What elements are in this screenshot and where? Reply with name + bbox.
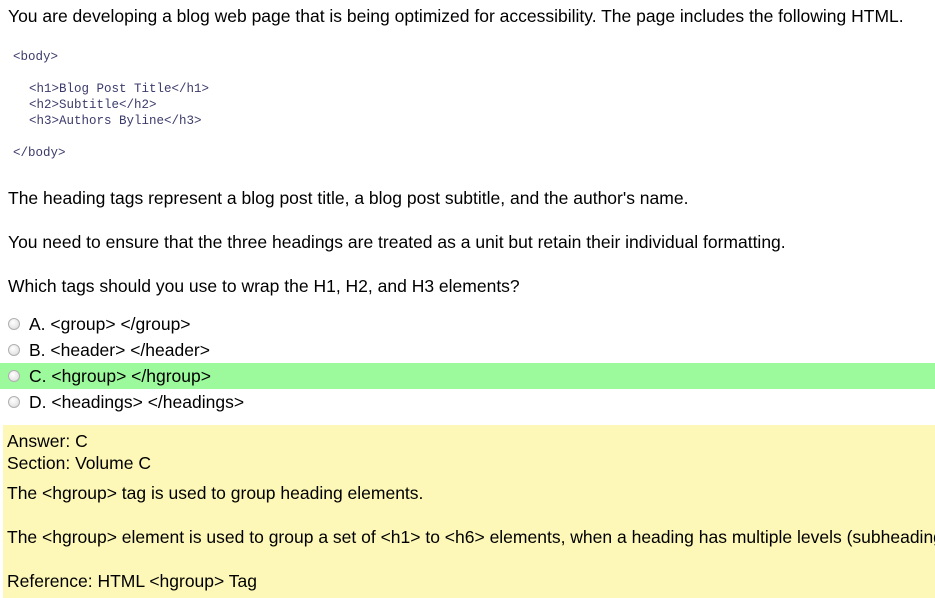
answer-explanation-box: Answer: C Section: Volume C The <hgroup>… bbox=[3, 425, 935, 598]
option-a[interactable]: A. <group> </group> bbox=[0, 311, 935, 337]
code-h2: <h2>Subtitle</h2> bbox=[29, 98, 157, 112]
question-paragraph-2: You need to ensure that the three headin… bbox=[8, 232, 786, 252]
reference-line: Reference: HTML <hgroup> Tag bbox=[7, 571, 258, 591]
option-d[interactable]: D. <headings> </headings> bbox=[0, 389, 935, 415]
explanation-1: The <hgroup> tag is used to group headin… bbox=[7, 483, 424, 503]
option-c[interactable]: C. <hgroup> </hgroup> bbox=[0, 363, 935, 389]
answer-options: A. <group> </group> B. <header> </header… bbox=[0, 311, 935, 415]
code-snippet: <body> <h1>Blog Post Title</h1> <h2>Subt… bbox=[8, 44, 348, 166]
radio-button-icon[interactable] bbox=[8, 344, 20, 356]
code-close-body: </body> bbox=[13, 146, 66, 160]
option-label: A. <group> </group> bbox=[29, 313, 191, 334]
code-open-body: <body> bbox=[13, 50, 59, 64]
option-b[interactable]: B. <header> </header> bbox=[0, 337, 935, 363]
radio-button-icon[interactable] bbox=[8, 396, 20, 408]
section-line: Section: Volume C bbox=[7, 453, 151, 473]
question-paragraph-1: The heading tags represent a blog post t… bbox=[8, 188, 689, 208]
radio-button-icon[interactable] bbox=[8, 370, 20, 382]
code-h3: <h3>Authors Byline</h3> bbox=[29, 114, 202, 128]
explanation-2: The <hgroup> element is used to group a … bbox=[7, 527, 935, 547]
answer-line: Answer: C bbox=[7, 431, 88, 451]
option-label: B. <header> </header> bbox=[29, 339, 210, 360]
question-intro: You are developing a blog web page that … bbox=[8, 6, 904, 26]
option-label: C. <hgroup> </hgroup> bbox=[29, 365, 211, 386]
question-prompt: Which tags should you use to wrap the H1… bbox=[8, 276, 520, 296]
code-h1: <h1>Blog Post Title</h1> bbox=[29, 82, 210, 96]
radio-button-icon[interactable] bbox=[8, 318, 20, 330]
option-label: D. <headings> </headings> bbox=[29, 391, 245, 412]
